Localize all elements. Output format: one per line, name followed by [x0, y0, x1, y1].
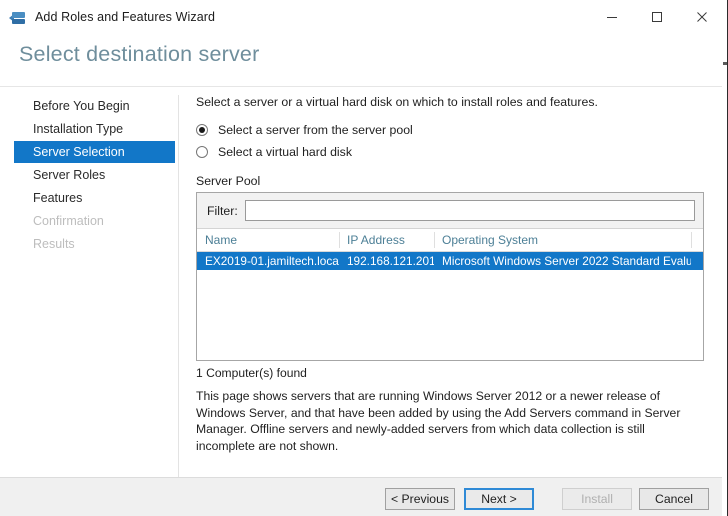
server-pool-label: Server Pool [196, 174, 261, 188]
column-header-ip-address[interactable]: IP Address [339, 229, 434, 251]
radio-mark-icon [196, 123, 208, 136]
filter-input[interactable] [244, 200, 695, 221]
cell-name: EX2019-01.jamiltech.local [205, 254, 339, 268]
sidebar-item-confirmation: Confirmation [0, 210, 178, 232]
scrollbar-thumb[interactable] [723, 62, 727, 65]
sidebar-item-label: Installation Type [33, 122, 124, 136]
sidebar-item-server-selection[interactable]: Server Selection [14, 141, 175, 163]
radio-label: Select a virtual hard disk [218, 144, 352, 159]
header-divider [0, 86, 727, 87]
filter-bar: Filter: [197, 193, 703, 229]
column-separator[interactable] [339, 232, 340, 248]
sidebar-divider [178, 95, 179, 477]
title-bar: Add Roles and Features Wizard [0, 0, 727, 33]
minimize-icon[interactable] [589, 0, 634, 33]
window-controls [589, 0, 724, 33]
intro-text: Select a server or a virtual hard disk o… [196, 95, 598, 109]
next-button[interactable]: Next > [464, 488, 534, 510]
previous-button[interactable]: < Previous [385, 488, 455, 510]
footer-button-bar: < Previous Next > Install Cancel [0, 477, 727, 516]
sidebar-item-server-roles[interactable]: Server Roles [0, 164, 178, 186]
sidebar-item-label: Server Selection [33, 145, 125, 159]
column-separator[interactable] [434, 232, 435, 248]
sidebar-item-results: Results [0, 233, 178, 255]
filter-label: Filter: [207, 203, 238, 218]
page-title: Select destination server [19, 42, 260, 66]
grid-body: EX2019-01.jamiltech.local 192.168.121.20… [197, 252, 703, 360]
computers-found-text: 1 Computer(s) found [196, 366, 307, 380]
column-header-name[interactable]: Name [197, 229, 339, 251]
maximize-icon[interactable] [634, 0, 679, 33]
radio-label: Select a server from the server pool [218, 122, 413, 137]
column-header-operating-system[interactable]: Operating System [434, 229, 691, 251]
server-pool-panel: Filter: Name IP Address Operating System… [196, 192, 704, 361]
sidebar-item-label: Confirmation [33, 214, 104, 228]
wizard-steps-sidebar: Before You Begin Installation Type Serve… [0, 95, 178, 477]
cell-operating-system: Microsoft Windows Server 2022 Standard E… [442, 254, 691, 268]
sidebar-item-label: Server Roles [33, 168, 106, 182]
table-row[interactable]: EX2019-01.jamiltech.local 192.168.121.20… [197, 252, 703, 270]
cancel-button[interactable]: Cancel [639, 488, 709, 510]
add-roles-features-wizard-window: Add Roles and Features Wizard Select des… [0, 0, 728, 516]
radio-mark-icon [196, 145, 208, 158]
sidebar-item-before-you-begin[interactable]: Before You Begin [0, 95, 178, 117]
install-button: Install [562, 488, 632, 510]
window-title: Add Roles and Features Wizard [35, 9, 216, 24]
sidebar-item-installation-type[interactable]: Installation Type [0, 118, 178, 140]
cell-ip-address: 192.168.121.201 [347, 254, 434, 268]
column-separator[interactable] [691, 232, 692, 248]
server-wizard-icon [9, 8, 27, 26]
help-note-text: This page shows servers that are running… [196, 389, 681, 453]
sidebar-item-label: Before You Begin [33, 99, 130, 113]
sidebar-item-features[interactable]: Features [0, 187, 178, 209]
radio-select-server-from-pool[interactable]: Select a server from the server pool [196, 120, 706, 139]
vertical-scrollbar[interactable] [722, 0, 727, 516]
page-header: Select destination server [0, 33, 727, 87]
main-content: Select a server or a virtual hard disk o… [196, 95, 706, 454]
radio-select-virtual-hard-disk[interactable]: Select a virtual hard disk [196, 142, 706, 161]
sidebar-item-label: Features [33, 191, 83, 205]
sidebar-item-label: Results [33, 237, 75, 251]
grid-header-row: Name IP Address Operating System [197, 229, 703, 252]
close-icon[interactable] [679, 0, 724, 33]
